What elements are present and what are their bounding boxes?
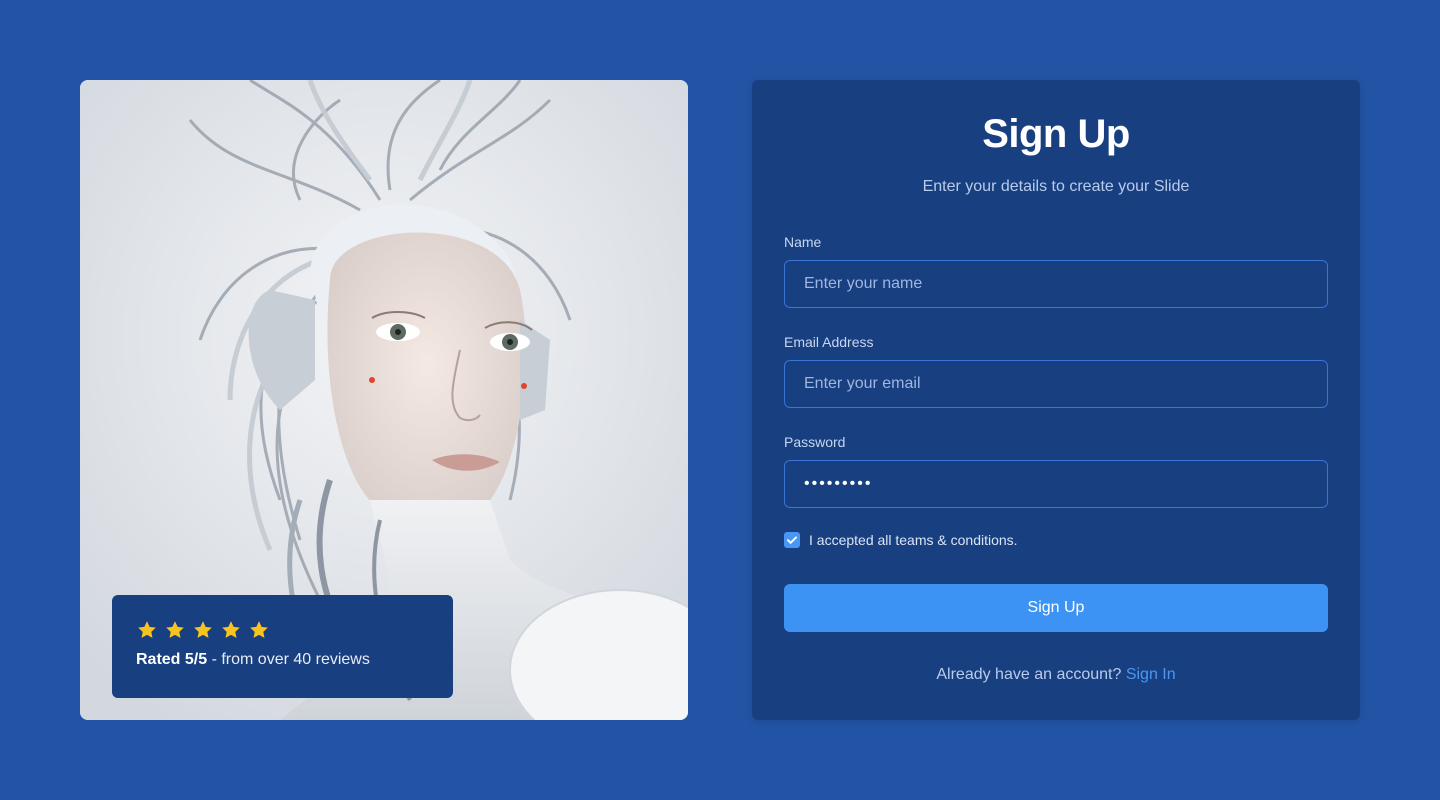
signin-link[interactable]: Sign In [1126,666,1176,683]
terms-checkbox[interactable] [784,532,800,548]
check-icon [787,536,797,544]
signin-row: Already have an account? Sign In [752,666,1360,684]
hero-image: Rated 5/5 - from over 40 reviews [80,80,688,720]
form-subtitle: Enter your details to create your Slide [922,178,1190,195]
name-input[interactable] [784,260,1328,308]
rating-text: Rated 5/5 - from over 40 reviews [136,651,429,669]
terms-row[interactable]: I accepted all teams & conditions. [784,532,1018,548]
terms-label: I accepted all teams & conditions. [809,532,1018,548]
rating-reviews: - from over 40 reviews [207,651,370,668]
password-label: Password [784,434,846,450]
signup-form-panel: Sign Up Enter your details to create you… [752,80,1360,720]
password-input[interactable] [784,460,1328,508]
form-title: Sign Up [982,112,1130,156]
star-icon [222,621,240,638]
signup-button[interactable]: Sign Up [784,584,1328,632]
email-input[interactable] [784,360,1328,408]
rating-stars [136,619,429,641]
name-label: Name [784,234,822,250]
star-icon [250,621,268,638]
rating-card: Rated 5/5 - from over 40 reviews [112,595,453,698]
star-icon [138,621,156,638]
signin-prompt: Already have an account? [936,666,1126,683]
rating-score: Rated 5/5 [136,651,208,668]
star-icon [194,621,212,638]
email-label: Email Address [784,334,874,350]
star-icon [166,621,184,638]
